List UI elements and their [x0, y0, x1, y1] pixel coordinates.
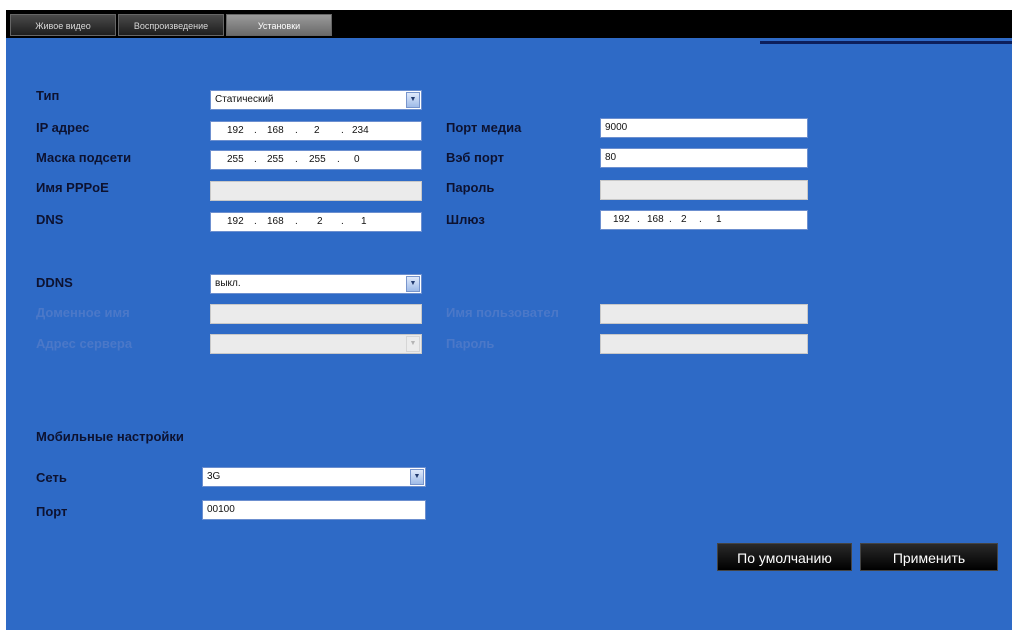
dns-octet[interactable]: 168 — [267, 213, 284, 231]
server-address-select[interactable]: ▼ — [210, 334, 422, 354]
dns-label: DNS — [36, 212, 64, 227]
header-accent-line — [760, 41, 1012, 44]
mobile-port-field[interactable]: 00100 — [202, 500, 426, 520]
ip-octet[interactable]: 2 — [314, 122, 320, 140]
dns-dot: . — [341, 216, 344, 227]
web-port-field[interactable]: 80 — [600, 148, 808, 168]
port-label: Порт — [36, 504, 68, 519]
mask-octet[interactable]: 255 — [227, 151, 244, 169]
domain-name-field[interactable] — [210, 304, 422, 324]
gateway-octet[interactable]: 168 — [647, 211, 664, 229]
pppoe-label: Имя PPPoE — [36, 180, 109, 195]
media-port-label: Порт медиа — [446, 120, 522, 135]
dns-octet[interactable]: 1 — [361, 213, 367, 231]
mask-dot: . — [295, 154, 298, 165]
apply-button[interactable]: Применить — [860, 543, 998, 571]
domain-name-label: Доменное имя — [36, 305, 130, 320]
ip-dot: . — [295, 125, 298, 136]
ddns-select[interactable]: выкл. ▼ — [210, 274, 422, 294]
tab-playback[interactable]: Воспроизведение — [118, 14, 224, 36]
dns-input[interactable]: 192 . 168 . 2 . 1 — [210, 212, 422, 232]
ip-address-input[interactable]: 192 . 168 . 2 . 234 — [210, 121, 422, 141]
network-label: Сеть — [36, 470, 67, 485]
media-port-field[interactable]: 9000 — [600, 118, 808, 138]
mobile-settings-title: Мобильные настройки — [36, 429, 184, 444]
gateway-dot: . — [699, 214, 702, 225]
type-select-value: Статический — [215, 94, 274, 105]
settings-window: Живое видео Воспроизведение Установки Ти… — [6, 10, 1012, 630]
chevron-down-icon[interactable]: ▼ — [410, 469, 424, 485]
dns-octet[interactable]: 192 — [227, 213, 244, 231]
tab-bar: Живое видео Воспроизведение Установки — [6, 10, 1012, 38]
chevron-down-icon[interactable]: ▼ — [406, 92, 420, 108]
server-address-label: Адрес сервера — [36, 336, 133, 351]
ip-octet[interactable]: 168 — [267, 122, 284, 140]
ddns-select-value: выкл. — [215, 278, 241, 289]
dns-octet[interactable]: 2 — [317, 213, 323, 231]
gateway-label: Шлюз — [446, 212, 485, 227]
ddns-user-field[interactable] — [600, 304, 808, 324]
gateway-dot: . — [637, 214, 640, 225]
default-button[interactable]: По умолчанию — [717, 543, 852, 571]
mobile-network-value: 3G — [207, 471, 221, 482]
web-port-label: Вэб порт — [446, 150, 504, 165]
ip-label: IP адрес — [36, 120, 90, 135]
gateway-octet[interactable]: 2 — [681, 211, 687, 229]
mask-octet[interactable]: 255 — [267, 151, 284, 169]
gateway-octet[interactable]: 192 — [613, 211, 630, 229]
password-field[interactable] — [600, 180, 808, 200]
dns-dot: . — [254, 216, 257, 227]
mask-dot: . — [254, 154, 257, 165]
mask-octet[interactable]: 0 — [354, 151, 360, 169]
gateway-input[interactable]: 192 . 168 . 2 . 1 — [600, 210, 808, 230]
subnet-mask-input[interactable]: 255 . 255 . 255 . 0 — [210, 150, 422, 170]
password-label: Пароль — [446, 180, 495, 195]
ip-octet[interactable]: 192 — [227, 122, 244, 140]
gateway-octet[interactable]: 1 — [716, 211, 722, 229]
ip-dot: . — [341, 125, 344, 136]
dns-dot: . — [295, 216, 298, 227]
mobile-network-select[interactable]: 3G ▼ — [202, 467, 426, 487]
mask-octet[interactable]: 255 — [309, 151, 326, 169]
ddns-password-label: Пароль — [446, 336, 495, 351]
ip-octet[interactable]: 234 — [352, 122, 369, 140]
ddns-user-label: Имя пользовател — [446, 305, 559, 320]
ddns-label: DDNS — [36, 275, 73, 290]
ddns-password-field[interactable] — [600, 334, 808, 354]
gateway-dot: . — [669, 214, 672, 225]
chevron-down-icon[interactable]: ▼ — [406, 276, 420, 292]
mask-label: Маска подсети — [36, 150, 132, 165]
ip-dot: . — [254, 125, 257, 136]
chevron-down-icon[interactable]: ▼ — [406, 336, 420, 352]
tab-live-video[interactable]: Живое видео — [10, 14, 116, 36]
tab-settings[interactable]: Установки — [226, 14, 332, 36]
type-select[interactable]: Статический ▼ — [210, 90, 422, 110]
type-label: Тип — [36, 88, 60, 103]
pppoe-name-field[interactable] — [210, 181, 422, 201]
mask-dot: . — [337, 154, 340, 165]
